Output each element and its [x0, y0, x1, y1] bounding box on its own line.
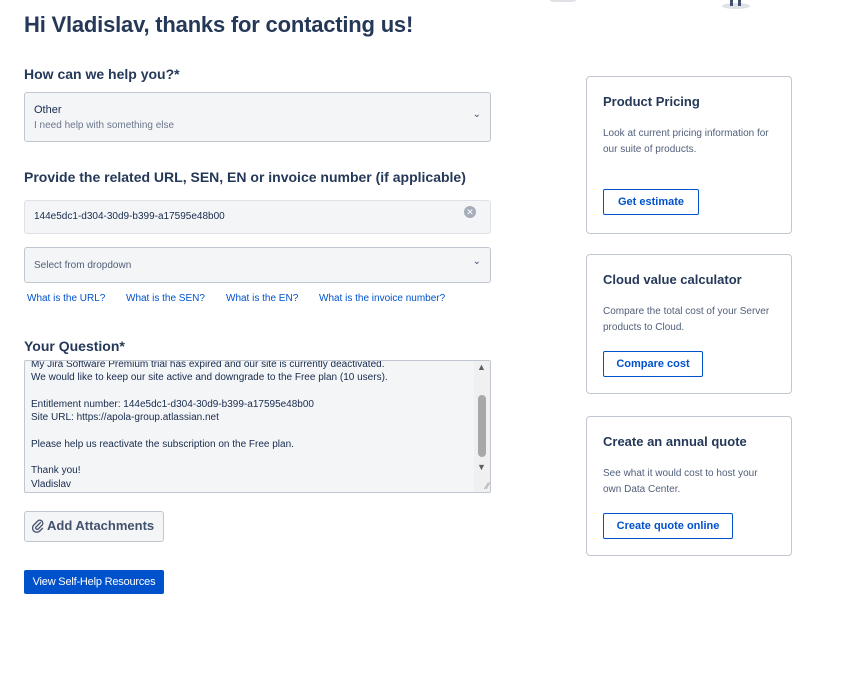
help-topic-selected-description: I need help with something else — [34, 120, 175, 131]
scroll-up-icon[interactable]: ▲ — [477, 362, 486, 372]
illustration-figure — [722, 0, 750, 9]
related-reference-label: Provide the related URL, SEN, EN or invo… — [24, 169, 466, 185]
link-what-is-sen[interactable]: What is the SEN? — [126, 293, 205, 304]
add-attachments-button[interactable]: Add Attachments — [24, 511, 164, 542]
link-what-is-en[interactable]: What is the EN? — [226, 293, 298, 304]
card-title: Create an annual quote — [603, 434, 747, 449]
paperclip-icon — [31, 519, 44, 536]
add-attachments-label: Add Attachments — [47, 518, 155, 533]
help-topic-select[interactable]: Other I need help with something else ⌄ — [24, 92, 491, 142]
card-description: See what it would cost to host your own … — [603, 468, 758, 495]
card-cloud-value-calculator: Cloud value calculator Compare the total… — [586, 254, 792, 394]
compare-cost-button[interactable]: Compare cost — [603, 351, 703, 377]
card-description: Compare the total cost of your Server pr… — [603, 306, 770, 333]
page-title: Hi Vladislav, thanks for contacting us! — [24, 12, 414, 37]
question-scrollbar[interactable]: ▲ ▼ — [474, 361, 490, 492]
link-what-is-url[interactable]: What is the URL? — [27, 293, 105, 304]
get-estimate-button[interactable]: Get estimate — [603, 189, 699, 215]
card-title: Product Pricing — [603, 94, 700, 109]
reference-type-select[interactable]: Select from dropdown ⌄ — [24, 247, 491, 283]
resize-handle-icon[interactable]: ⁄⁄ — [486, 481, 489, 491]
help-topic-label: How can we help you?* — [24, 66, 180, 82]
question-textarea[interactable]: My Jira Software Premium trial has expir… — [24, 360, 491, 493]
card-annual-quote: Create an annual quote See what it would… — [586, 416, 792, 556]
card-product-pricing: Product Pricing Look at current pricing … — [586, 76, 792, 234]
question-label: Your Question* — [24, 338, 125, 354]
scrollbar-thumb[interactable] — [478, 395, 486, 457]
chevron-down-icon: ⌄ — [472, 256, 481, 267]
reference-type-placeholder: Select from dropdown — [34, 260, 132, 271]
create-quote-online-button[interactable]: Create quote online — [603, 513, 733, 539]
question-text: My Jira Software Premium trial has expir… — [31, 360, 388, 490]
link-what-is-invoice-number[interactable]: What is the invoice number? — [319, 293, 445, 304]
chevron-down-icon: ⌄ — [472, 109, 481, 120]
view-self-help-button[interactable]: View Self-Help Resources — [24, 570, 164, 594]
help-topic-selected-option: Other — [34, 104, 62, 116]
clear-icon[interactable]: ✕ — [464, 206, 476, 218]
scroll-down-icon[interactable]: ▼ — [477, 462, 486, 472]
related-reference-input[interactable]: 144e5dc1-d304-30d9-b399-a17595e48b00 ✕ — [24, 200, 491, 234]
illustration-fragment — [548, 0, 578, 2]
card-title: Cloud value calculator — [603, 272, 742, 287]
related-reference-value: 144e5dc1-d304-30d9-b399-a17595e48b00 — [34, 211, 225, 222]
card-description: Look at current pricing information for … — [603, 128, 769, 155]
